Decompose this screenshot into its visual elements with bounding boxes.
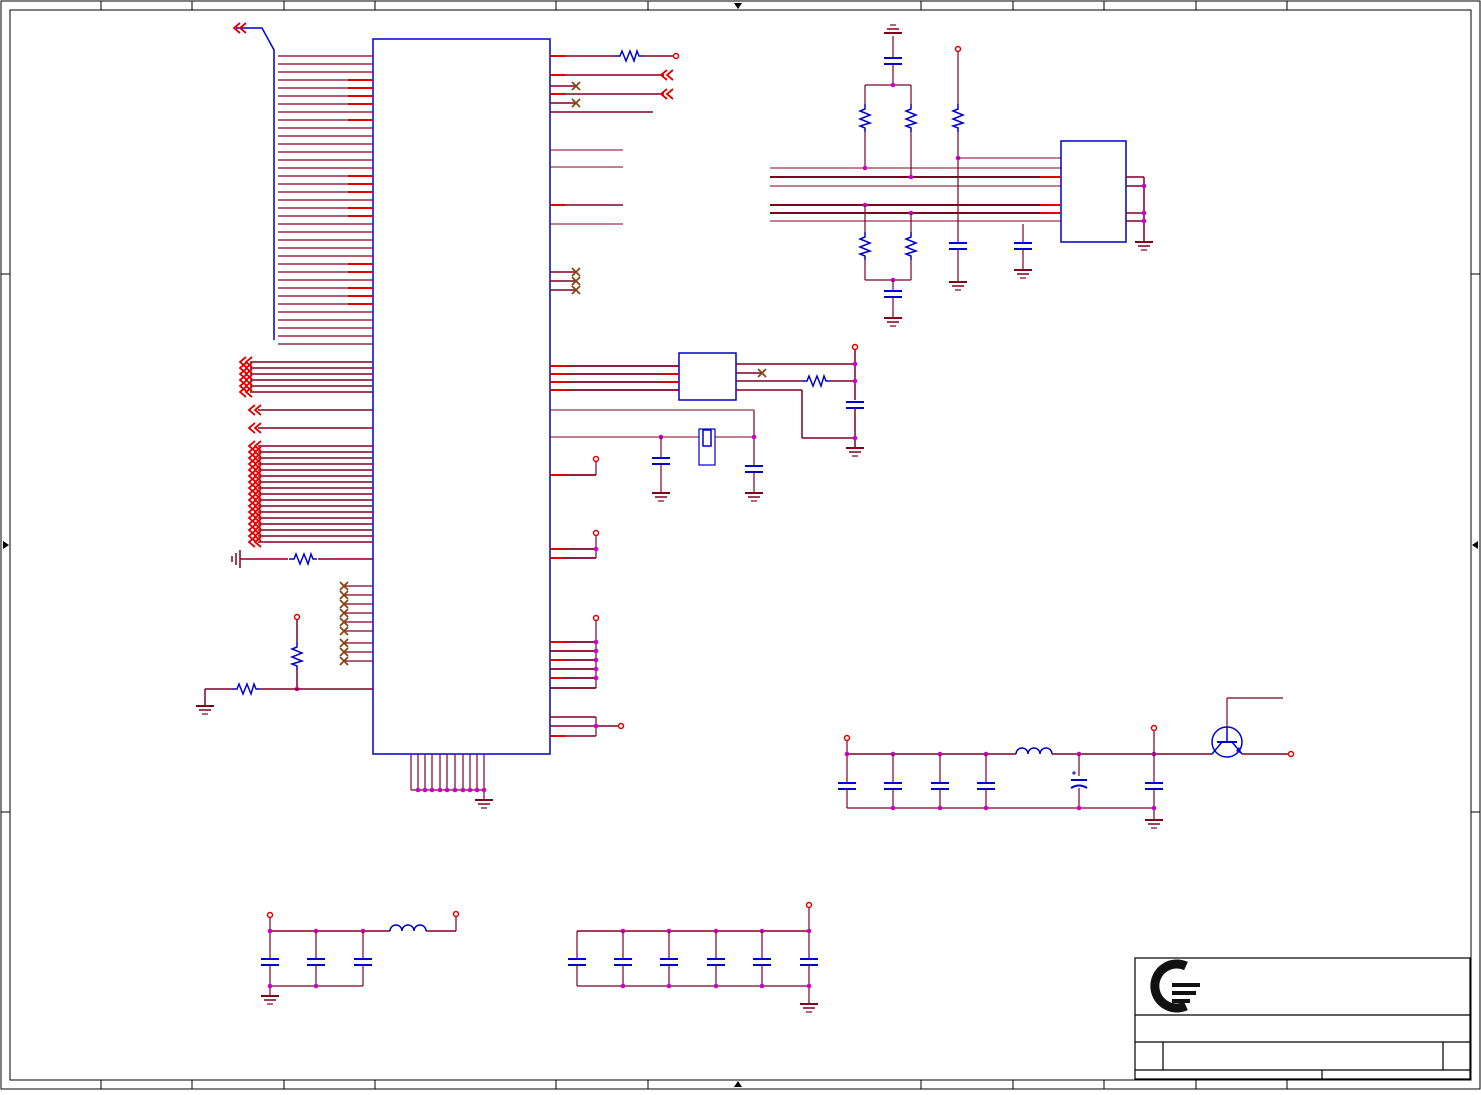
sheet-frame bbox=[0, 0, 1481, 1090]
power-filter-network bbox=[837, 697, 1295, 829]
title-block bbox=[1134, 957, 1471, 1080]
ic-ground-pins bbox=[410, 754, 494, 809]
frame-center-arrows bbox=[3, 3, 1478, 1087]
frame-tick-marks bbox=[1, 1, 1480, 1089]
right-power-taps bbox=[550, 455, 625, 737]
usb-connector bbox=[1040, 140, 1154, 251]
ic-right-top-pins bbox=[550, 50, 680, 295]
resistor-left-ground bbox=[231, 550, 373, 568]
bottom-middle-decoupling bbox=[567, 901, 819, 1013]
left-pin-stubs bbox=[348, 79, 373, 305]
schematic-sheet bbox=[0, 0, 1481, 1090]
crystal-oscillator bbox=[550, 409, 764, 502]
ic-main-controller bbox=[372, 38, 551, 755]
left-no-connect-pins bbox=[339, 581, 373, 666]
buffer-ic bbox=[550, 343, 865, 457]
transistor-icon bbox=[1211, 726, 1243, 758]
left-signal-wires-group1 bbox=[250, 361, 373, 429]
left-signal-wires-group2 bbox=[258, 445, 373, 543]
bottom-left-decoupling bbox=[260, 910, 460, 1005]
company-logo-icon bbox=[1150, 959, 1200, 1013]
interface-termination-network bbox=[770, 24, 1061, 327]
